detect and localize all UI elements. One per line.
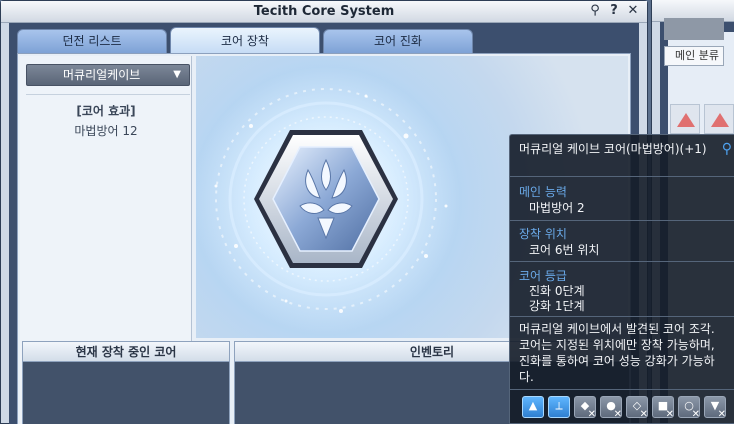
- divider: [26, 94, 190, 95]
- tooltip-divider: [510, 176, 734, 177]
- pin-icon[interactable]: ⚲: [722, 141, 732, 157]
- side-slot[interactable]: [670, 104, 700, 134]
- tooltip-divider: [510, 389, 734, 390]
- dungeon-dropdown[interactable]: 머큐리얼케이브 ▼: [26, 64, 190, 86]
- cone-icon: [711, 113, 729, 127]
- equip-position-value: 코어 6번 위치: [529, 243, 600, 257]
- main-ability-value: 마법방어 2: [529, 201, 585, 215]
- core-tooltip: 머큐리얼 케이브 코어(마법방어)(+1) ⚲ 메인 능력 마법방어 2 장착 …: [509, 134, 734, 424]
- main-category-label[interactable]: 메인 분류: [664, 46, 724, 66]
- tooltip-title: 머큐리얼 케이브 코어(마법방어)(+1): [519, 142, 707, 156]
- dropdown-value: 머큐리얼케이브: [63, 68, 141, 82]
- enhance-stage-value: 강화 1단계: [529, 299, 585, 313]
- ring-icon[interactable]: ○ ✕: [678, 396, 700, 420]
- main-ability-label: 메인 능력: [519, 185, 567, 199]
- armor-icon[interactable]: ◆ ✕: [574, 396, 596, 420]
- tab-core-equip[interactable]: 코어 장착: [170, 27, 320, 53]
- tooltip-divider: [510, 220, 734, 221]
- tab-dungeon-list[interactable]: 던전 리스트: [17, 29, 167, 53]
- boot-icon[interactable]: ▲: [522, 396, 544, 418]
- help-icon[interactable]: ?: [606, 3, 622, 19]
- helm-icon[interactable]: ▼ ✕: [704, 396, 726, 420]
- sword-icon[interactable]: ⟂: [548, 396, 570, 418]
- window-title: Tecith Core System: [253, 4, 395, 19]
- tooltip-divider: [510, 261, 734, 262]
- tooltip-divider: [510, 316, 734, 317]
- bag-icon[interactable]: ■ ✕: [652, 396, 674, 420]
- equipped-core-list[interactable]: [23, 362, 229, 424]
- equip-slot-icons: ▲ ⟂ ◆ ✕ ● ✕ ◇ ✕ ■ ✕ ○ ✕ ▼ ✕: [522, 396, 726, 420]
- title-bar[interactable]: Tecith Core System ⚲ ? ✕: [1, 1, 647, 23]
- cone-icon: [677, 113, 695, 127]
- tab-core-evolution[interactable]: 코어 진화: [323, 29, 473, 53]
- core-effect-heading: [코어 효과]: [76, 104, 136, 118]
- equip-position-label: 장착 위치: [519, 227, 567, 241]
- shield-icon[interactable]: ● ✕: [600, 396, 622, 420]
- side-slot[interactable]: [704, 104, 734, 134]
- core-effect-value: 마법방어 12: [74, 124, 138, 138]
- triangle-down-icon: ▼: [173, 69, 181, 80]
- gem-icon[interactable]: ◇ ✕: [626, 396, 648, 420]
- screen: Tecith Core System ⚲ ? ✕ 던전 리스트 코어 장착 코어…: [0, 0, 734, 424]
- close-icon[interactable]: ✕: [625, 3, 641, 19]
- tab-bar: 던전 리스트 코어 장착 코어 진화: [17, 27, 473, 53]
- pin-icon[interactable]: ⚲: [587, 3, 603, 19]
- equipped-core-panel: 현재 장착 중인 코어: [22, 341, 230, 424]
- side-window-header-bar: [664, 18, 724, 40]
- tooltip-description: 머큐리얼 케이브에서 발견된 코어 조각. 코어는 지정된 위치에만 장착 가능…: [519, 322, 715, 384]
- equipped-core-header: 현재 장착 중인 코어: [23, 342, 229, 362]
